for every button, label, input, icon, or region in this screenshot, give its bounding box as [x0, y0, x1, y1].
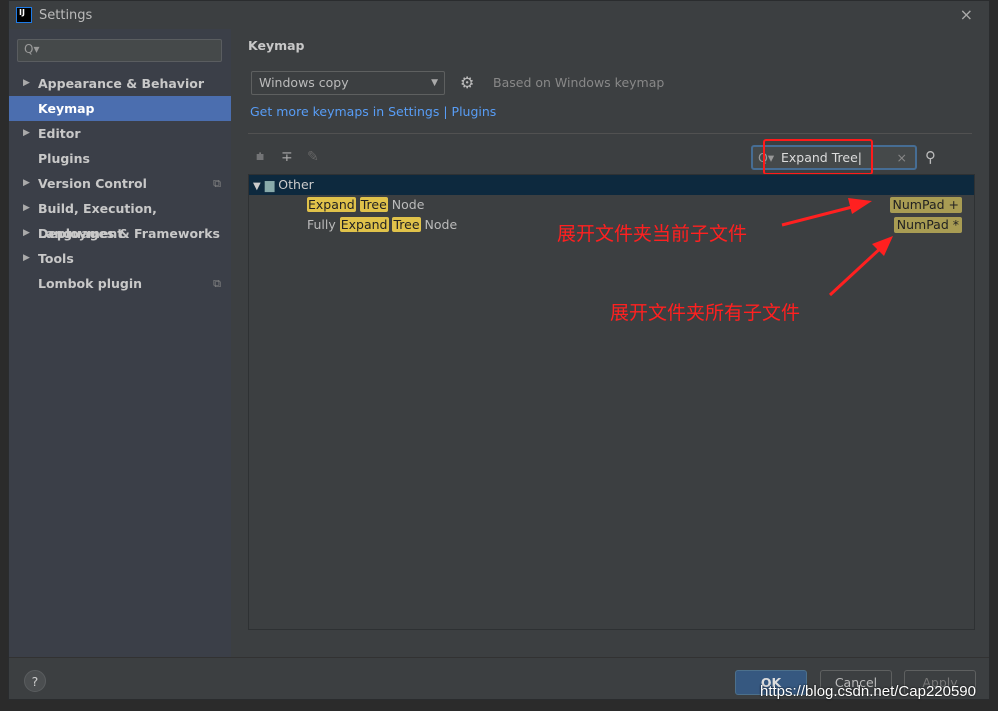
annotation-arrows	[781, 198, 893, 297]
annotation-current-children: 展开文件夹当前子文件	[557, 223, 748, 245]
arrow-1-head	[848, 198, 872, 214]
annotation-all-children: 展开文件夹所有子文件	[610, 302, 801, 324]
watermark: https://blog.csdn.net/Cap220590	[760, 683, 976, 700]
arrow-2	[828, 243, 886, 297]
arrow-1	[781, 203, 861, 227]
